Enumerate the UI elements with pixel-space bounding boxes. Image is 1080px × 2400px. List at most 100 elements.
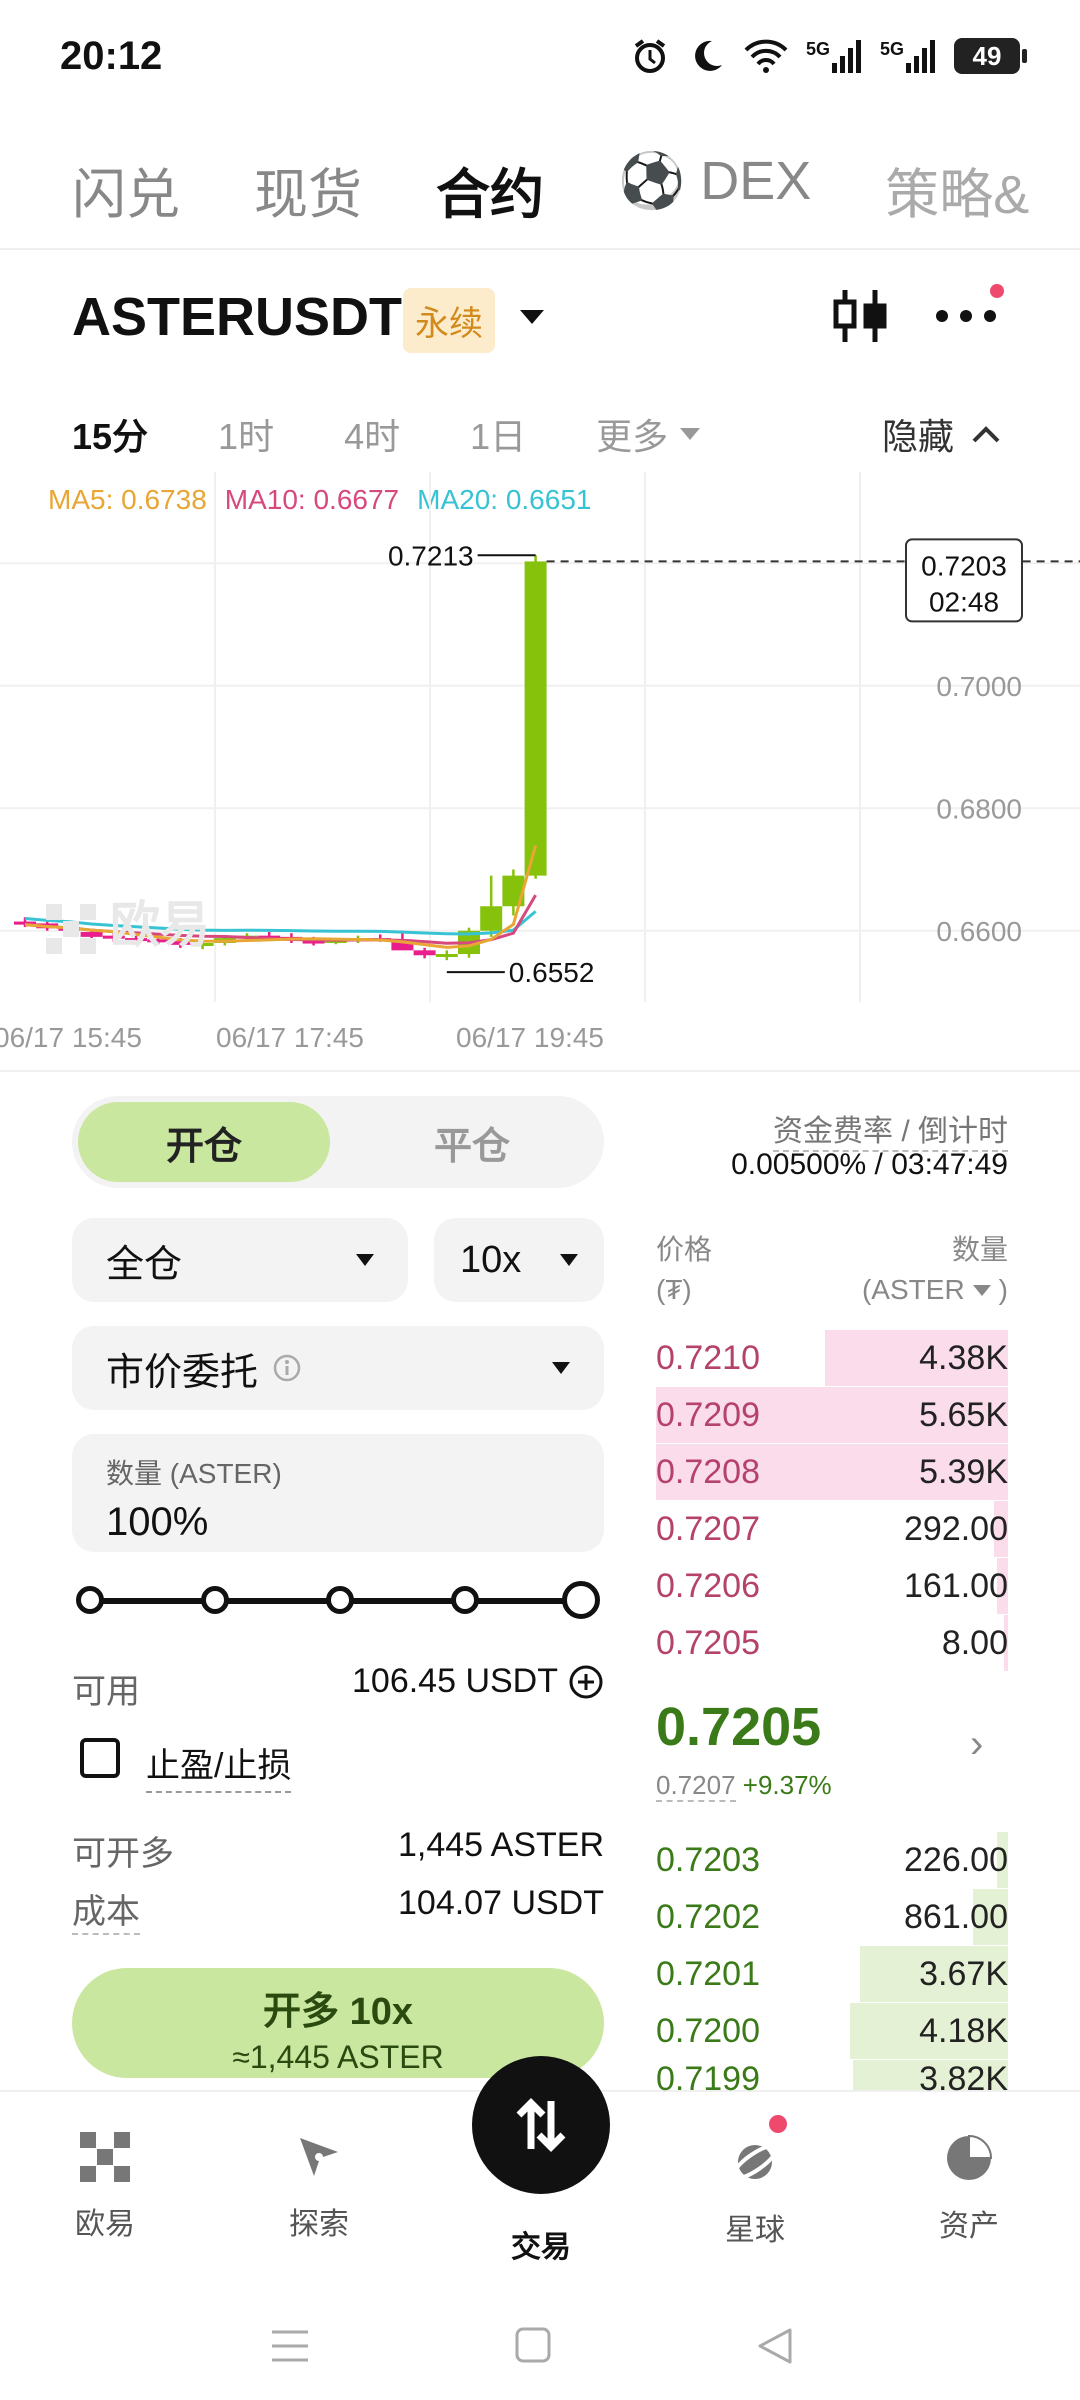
system-nav-bar	[0, 2280, 1080, 2400]
status-icons: 5G 5G 49	[630, 36, 1027, 76]
nav-assets[interactable]: 资产	[894, 2132, 1044, 2245]
swap-arrows-icon	[516, 2098, 566, 2152]
bottom-nav: 欧易 探索 交易 星球 资产	[0, 2056, 1080, 2280]
nav-okx[interactable]: 欧易	[30, 2132, 180, 2243]
ask-qty: 5.39K	[919, 1452, 1008, 1491]
ask-row[interactable]: 0.7209 5.65K	[656, 1387, 1008, 1443]
candle-body	[80, 931, 103, 937]
close-position-tab[interactable]: 平仓	[346, 1102, 598, 1182]
leverage-select[interactable]: 10x	[434, 1218, 604, 1302]
more-options-icon[interactable]	[936, 310, 996, 322]
tab-swap[interactable]: 闪兑	[72, 150, 180, 229]
timeframe-4h[interactable]: 4时	[344, 408, 400, 460]
chevron-right-icon[interactable]: ›	[970, 1722, 983, 1767]
menu-icon[interactable]	[270, 2328, 310, 2364]
bid-row[interactable]: 0.7202 861.00	[656, 1889, 1008, 1945]
cost-label[interactable]: 成本	[72, 1884, 140, 1935]
tab-strategy[interactable]: 策略&	[885, 150, 1029, 229]
ask-row[interactable]: 0.7210 4.38K	[656, 1330, 1008, 1386]
candlestick-chart-icon[interactable]	[830, 286, 890, 346]
max-open-label: 可开多	[72, 1835, 174, 1873]
orderbook-header: 价格 数量 (₮) (ASTER )	[656, 1234, 1008, 1306]
chevron-down-icon	[356, 1254, 374, 1266]
pair-dropdown-caret-icon[interactable]	[520, 310, 544, 324]
chevron-up-icon	[972, 426, 1000, 443]
slider-stop-50[interactable]	[326, 1586, 354, 1614]
tpsl-checkbox[interactable]	[80, 1738, 120, 1778]
ask-price: 0.7209	[656, 1395, 760, 1434]
slider-handle[interactable]	[562, 1581, 600, 1619]
nav-trade-button[interactable]	[472, 2056, 610, 2194]
pair-symbol[interactable]: ASTERUSDT	[72, 286, 402, 348]
bid-qty: 4.18K	[919, 2011, 1008, 2050]
price-change: +9.37%	[742, 1770, 832, 1800]
signal-5g-icon-2: 5G	[880, 39, 936, 73]
ask-qty: 292.00	[904, 1509, 1008, 1548]
ask-price: 0.7205	[656, 1623, 760, 1662]
chevron-down-icon	[972, 1284, 991, 1296]
nav-trade-label[interactable]: 交易	[466, 2222, 616, 2266]
notification-dot	[990, 284, 1004, 298]
candle-body	[413, 950, 436, 956]
order-type-select[interactable]: 市价委托	[72, 1326, 604, 1410]
high-price-label: 0.7213	[388, 540, 474, 571]
add-funds-icon[interactable]	[568, 1664, 604, 1700]
timeframe-selector: 15分 1时 4时 1日 更多	[72, 408, 701, 460]
okx-logo-icon	[80, 2132, 130, 2182]
candle-body	[524, 561, 547, 876]
available-balance: 106.45 USDT	[352, 1662, 604, 1701]
margin-mode-select[interactable]: 全仓	[72, 1218, 408, 1302]
qty-unit-select[interactable]: (ASTER )	[862, 1274, 1008, 1306]
tpsl-label[interactable]: 止盈/止损	[146, 1738, 292, 1793]
funding-rate-label[interactable]: 资金费率 / 倒计时	[772, 1106, 1008, 1152]
status-time: 20:12	[60, 34, 163, 78]
bid-row[interactable]: 0.7200 4.18K	[656, 2003, 1008, 2059]
tab-spot[interactable]: 现货	[254, 150, 362, 229]
quantity-slider[interactable]	[76, 1581, 600, 1619]
perpetual-badge: 永续	[403, 288, 495, 353]
available-label: 可用	[72, 1673, 140, 1711]
chevron-down-icon	[560, 1254, 578, 1266]
bid-qty: 3.82K	[919, 2060, 1008, 2096]
ask-price: 0.7207	[656, 1509, 760, 1548]
info-icon[interactable]	[272, 1353, 302, 1383]
candle-countdown: 02:48	[929, 586, 999, 617]
ask-row[interactable]: 0.7205 8.00	[656, 1615, 1008, 1671]
open-close-toggle: 开仓 平仓	[72, 1096, 604, 1188]
slider-stop-75[interactable]	[451, 1586, 479, 1614]
back-icon[interactable]	[756, 2326, 794, 2366]
ask-row[interactable]: 0.7207 292.00	[656, 1501, 1008, 1557]
ask-row[interactable]: 0.7206 161.00	[656, 1558, 1008, 1614]
candle-body	[435, 954, 458, 958]
price-chart[interactable]: 0.72000.70000.68000.66000.72130.65520.72…	[0, 472, 1080, 1062]
ask-qty: 8.00	[941, 1623, 1008, 1662]
planet-icon	[731, 2143, 779, 2181]
bid-row[interactable]: 0.7201 3.67K	[656, 1946, 1008, 2002]
timeframe-1h[interactable]: 1时	[218, 408, 274, 460]
home-icon[interactable]	[514, 2326, 552, 2364]
x-tick-label: 06/17 17:45	[216, 1022, 364, 1053]
y-tick-label: 0.6800	[936, 793, 1022, 824]
divider	[0, 1070, 1080, 1072]
bid-row[interactable]: 0.7203 226.00	[656, 1832, 1008, 1888]
alarm-icon	[634, 39, 666, 73]
compass-icon	[300, 2138, 338, 2176]
nav-planet[interactable]: 星球	[680, 2132, 830, 2249]
timeframe-1d[interactable]: 1日	[470, 408, 526, 460]
mark-price[interactable]: 0.7207	[656, 1770, 736, 1802]
quantity-value[interactable]: 100%	[106, 1500, 570, 1545]
ask-row[interactable]: 0.7208 5.39K	[656, 1444, 1008, 1500]
timeframe-more[interactable]: 更多	[596, 408, 701, 460]
slider-stop-25[interactable]	[201, 1586, 229, 1614]
tab-futures[interactable]: 合约	[436, 150, 544, 229]
ask-price: 0.7208	[656, 1452, 760, 1491]
slider-stop-0[interactable]	[76, 1586, 104, 1614]
ask-price: 0.7210	[656, 1338, 760, 1377]
bid-qty: 226.00	[904, 1840, 1008, 1879]
timeframe-15m[interactable]: 15分	[72, 408, 148, 460]
tab-dex[interactable]: ⚽ DEX	[618, 150, 811, 229]
hide-chart-button[interactable]: 隐藏	[882, 408, 1000, 460]
nav-explore[interactable]: 探索	[244, 2132, 394, 2243]
quantity-input[interactable]: 数量 (ASTER) 100%	[72, 1434, 604, 1552]
open-position-tab[interactable]: 开仓	[78, 1102, 330, 1182]
